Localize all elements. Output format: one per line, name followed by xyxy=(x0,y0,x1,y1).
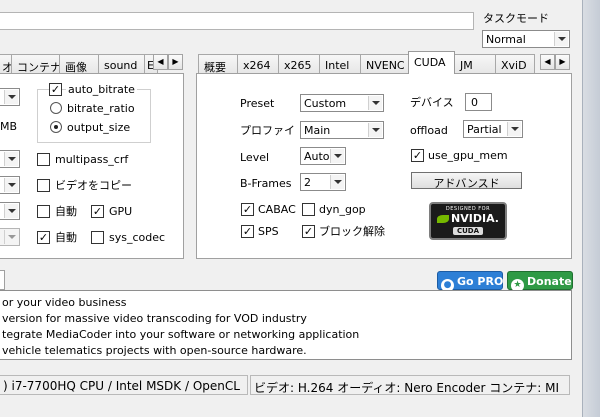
chevron-down-icon xyxy=(4,230,18,244)
chevron-down-icon xyxy=(368,123,382,137)
profile-label: プロファイ xyxy=(240,124,295,137)
chevron-down-icon xyxy=(4,204,18,218)
tab-scroll-right-icon[interactable]: ▶ xyxy=(555,54,570,70)
offload-select[interactable]: Partial xyxy=(463,120,523,138)
chevron-down-icon xyxy=(4,178,18,192)
auto-label-1: 自動 xyxy=(55,205,77,218)
deblock-label: ブロック解除 xyxy=(319,225,385,238)
auto-checkbox-1[interactable] xyxy=(37,205,50,218)
news-message-box[interactable]: or your video business version for massi… xyxy=(0,290,572,360)
tab-image[interactable]: 画像 xyxy=(59,54,99,74)
tab-intel[interactable]: Intel xyxy=(319,54,361,74)
tab-scroll-left-icon[interactable]: ◀ xyxy=(540,54,555,70)
chevron-down-icon xyxy=(368,96,382,110)
source-path-field[interactable] xyxy=(0,12,474,30)
task-mode-value: Normal xyxy=(486,33,526,46)
news-line: or your video business xyxy=(2,296,127,309)
profile-select[interactable]: Main xyxy=(300,121,384,139)
nvidia-cuda-logo: DESIGNED FOR NVIDIA. CUDA xyxy=(429,202,507,240)
chevron-down-icon xyxy=(554,32,568,46)
sys-codec-checkbox[interactable] xyxy=(91,231,104,244)
use-gpu-mem-checkbox[interactable]: ✓ xyxy=(411,149,424,162)
mb-unit-label: MB xyxy=(0,120,18,133)
dyn-gop-checkbox[interactable] xyxy=(302,203,315,216)
auto-bitrate-checkbox[interactable]: ✓ xyxy=(49,83,62,96)
use-gpu-mem-label: use_gpu_mem xyxy=(428,149,508,162)
bitrate-ratio-label: bitrate_ratio xyxy=(67,102,135,115)
tab-container[interactable]: コンテナ xyxy=(11,54,60,74)
nvidia-brand: NVIDIA. xyxy=(431,213,505,225)
status-cpu-info: ) i7-7700HQ CPU / Intel MSDK / OpenCL xyxy=(0,375,248,395)
device-label: デバイス xyxy=(410,96,454,109)
tab-overview[interactable]: 概要 xyxy=(198,54,238,74)
multipass-crf-label: multipass_crf xyxy=(55,153,129,166)
deblock-checkbox[interactable]: ✓ xyxy=(302,225,315,238)
multipass-crf-checkbox[interactable] xyxy=(37,153,50,166)
gpu-checkbox[interactable]: ✓ xyxy=(91,205,104,218)
left-select-4[interactable] xyxy=(0,202,20,220)
advanced-button[interactable]: アドバンスド xyxy=(411,172,522,190)
tab-nvenc[interactable]: NVENC xyxy=(360,54,409,74)
auto-bitrate-label: auto_bitrate xyxy=(66,83,137,96)
gpu-label: GPU xyxy=(109,205,133,218)
status-format-summary: ビデオ: H.264 オーディオ: Nero Encoder コンテナ: MI xyxy=(250,375,570,395)
dyn-gop-label: dyn_gop xyxy=(319,203,366,216)
cabac-checkbox[interactable]: ✓ xyxy=(241,203,254,216)
offload-label: offload xyxy=(410,124,448,137)
window-frame-edge xyxy=(582,0,600,417)
task-mode-label: タスクモード xyxy=(483,12,549,25)
news-line: version for massive video transcoding fo… xyxy=(2,312,307,325)
left-select-3[interactable] xyxy=(0,176,20,194)
donate-button[interactable]: ★ Donate xyxy=(507,271,573,292)
news-line: vehicle telematics projects with open-so… xyxy=(2,344,307,357)
nvidia-eye-icon xyxy=(437,215,450,223)
tab-xvid[interactable]: XviD xyxy=(495,54,535,74)
chevron-down-icon xyxy=(330,175,344,189)
go-pro-button[interactable]: ● Go PRO xyxy=(437,271,503,292)
bitrate-mode-group xyxy=(37,89,151,143)
left-select-2[interactable] xyxy=(0,150,20,168)
tab-scroll-right-icon[interactable]: ▶ xyxy=(168,54,183,70)
chevron-down-icon xyxy=(507,122,521,136)
output-size-radio[interactable] xyxy=(50,121,62,133)
lower-tab-fragment xyxy=(0,270,5,290)
level-label: Level xyxy=(240,151,270,164)
news-line: tegrate MediaCoder into your software or… xyxy=(2,328,360,341)
auto-checkbox-2[interactable]: ✓ xyxy=(37,231,50,244)
chevron-down-icon xyxy=(4,152,18,166)
left-select-1[interactable] xyxy=(0,88,20,106)
tab-scroll-left-icon[interactable]: ◀ xyxy=(153,54,168,70)
left-select-5[interactable] xyxy=(0,228,20,246)
chevron-down-icon xyxy=(330,149,344,163)
copy-video-checkbox[interactable] xyxy=(37,179,50,192)
output-size-label: output_size xyxy=(67,121,131,134)
nvidia-badge-cuda: CUDA xyxy=(453,227,483,235)
level-select[interactable]: Auto xyxy=(300,147,346,165)
tab-jm[interactable]: JM xyxy=(454,54,496,74)
task-mode-select[interactable]: Normal xyxy=(482,30,570,48)
sps-label: SPS xyxy=(258,225,279,238)
auto-label-2: 自動 xyxy=(55,231,77,244)
sps-checkbox[interactable]: ✓ xyxy=(241,225,254,238)
tab-sound[interactable]: sound xyxy=(98,54,145,74)
bframes-label: B-Frames xyxy=(240,177,292,190)
device-input[interactable]: 0 xyxy=(465,93,492,111)
cabac-label: CABAC xyxy=(258,203,296,216)
copy-video-label: ビデオをコピー xyxy=(55,179,132,192)
tab-x265[interactable]: x265 xyxy=(278,54,320,74)
chevron-down-icon xyxy=(4,90,18,104)
tab-x264[interactable]: x264 xyxy=(237,54,279,74)
preset-label: Preset xyxy=(240,97,275,110)
preset-select[interactable]: Custom xyxy=(300,94,384,112)
sys-codec-label: sys_codec xyxy=(109,231,166,244)
bframes-select[interactable]: 2 xyxy=(300,173,346,191)
tab-cuda[interactable]: CUDA xyxy=(408,51,455,74)
bitrate-ratio-radio[interactable] xyxy=(50,102,62,114)
